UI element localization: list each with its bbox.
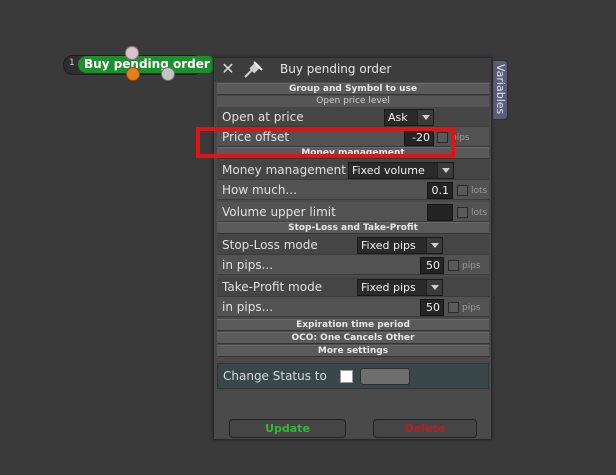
money-management-label: Money management xyxy=(222,163,346,177)
change-status-bar: Change Status to xyxy=(217,363,489,389)
open-at-price-select[interactable]: Ask xyxy=(384,109,434,126)
node-index: 1 xyxy=(69,58,75,68)
row-take-profit-mode: Take-Profit mode Fixed pips xyxy=(217,277,489,297)
node-output-connector[interactable] xyxy=(126,67,140,81)
how-much-unit: lots xyxy=(471,186,488,196)
stop-loss-mode-select[interactable]: Fixed pips xyxy=(357,237,443,254)
variables-tab-label: Variables xyxy=(494,64,507,115)
stop-loss-pips-checkbox[interactable] xyxy=(448,260,459,271)
open-at-price-value: Ask xyxy=(388,111,408,124)
row-take-profit-pips: in pips... 50 pips xyxy=(217,297,489,317)
panel-title: Buy pending order xyxy=(280,62,392,76)
stop-loss-pips-unit: pips xyxy=(462,261,481,271)
stop-loss-pips-input[interactable]: 50 xyxy=(420,257,444,274)
variables-tab[interactable]: Variables xyxy=(492,60,508,120)
highlight-box xyxy=(196,127,455,158)
section-more-settings[interactable]: More settings xyxy=(217,345,489,357)
pin-icon[interactable] xyxy=(242,60,264,80)
node-secondary-connector[interactable] xyxy=(161,67,175,81)
change-status-select[interactable] xyxy=(360,368,410,385)
panel-titlebar[interactable]: ✕ Buy pending order xyxy=(214,58,491,82)
row-stop-loss-pips: in pips... 50 pips xyxy=(217,255,489,275)
delete-button[interactable]: Delete xyxy=(373,419,477,438)
volume-upper-limit-checkbox[interactable] xyxy=(457,207,468,218)
section-expiration[interactable]: Expiration time period xyxy=(217,319,489,331)
section-stop-loss-take-profit[interactable]: Stop-Loss and Take-Profit xyxy=(217,222,489,234)
stop-loss-mode-value: Fixed pips xyxy=(361,239,416,252)
block-properties-panel: ✕ Buy pending order Group and Symbol to … xyxy=(213,57,492,440)
strategy-node[interactable]: 1 Buy pending order xyxy=(63,46,216,81)
how-much-input[interactable]: 0.1 xyxy=(427,182,453,199)
section-group-symbol[interactable]: Group and Symbol to use xyxy=(217,83,489,95)
money-management-value: Fixed volume xyxy=(352,164,425,177)
chevron-down-icon[interactable] xyxy=(417,110,433,125)
row-stop-loss-mode: Stop-Loss mode Fixed pips xyxy=(217,235,489,255)
subsection-open-price: Open price level xyxy=(217,96,489,107)
row-money-management: Money management Fixed volume xyxy=(217,160,489,180)
stop-loss-mode-label: Stop-Loss mode xyxy=(222,238,318,252)
volume-upper-limit-unit: lots xyxy=(471,208,488,218)
change-status-checkbox[interactable] xyxy=(340,370,353,383)
row-open-at-price: Open at price Ask xyxy=(217,107,489,127)
chevron-down-icon[interactable] xyxy=(426,280,442,295)
take-profit-mode-value: Fixed pips xyxy=(361,281,416,294)
open-at-price-label: Open at price xyxy=(222,110,304,124)
change-status-label: Change Status to xyxy=(223,369,327,383)
take-profit-pips-input[interactable]: 50 xyxy=(420,299,444,316)
volume-upper-limit-input[interactable] xyxy=(427,204,453,221)
how-much-checkbox[interactable] xyxy=(457,185,468,196)
take-profit-pips-unit: pips xyxy=(462,303,481,313)
volume-upper-limit-label: Volume upper limit xyxy=(222,205,336,219)
chevron-down-icon[interactable] xyxy=(437,163,453,178)
node-input-connector[interactable] xyxy=(125,46,139,60)
take-profit-pips-label: in pips... xyxy=(222,300,274,314)
row-volume-upper-limit: Volume upper limit lots xyxy=(217,202,489,222)
take-profit-pips-checkbox[interactable] xyxy=(448,302,459,313)
section-oco[interactable]: OCO: One Cancels Other xyxy=(217,332,489,344)
money-management-select[interactable]: Fixed volume xyxy=(348,162,454,179)
stop-loss-pips-label: in pips... xyxy=(222,258,274,272)
close-icon[interactable]: ✕ xyxy=(220,61,236,77)
take-profit-mode-label: Take-Profit mode xyxy=(222,280,323,294)
row-how-much: How much... 0.1 lots xyxy=(217,180,489,200)
chevron-down-icon[interactable] xyxy=(426,238,442,253)
take-profit-mode-select[interactable]: Fixed pips xyxy=(357,279,443,296)
node-label[interactable]: Buy pending order xyxy=(78,56,216,73)
update-button[interactable]: Update xyxy=(229,419,346,438)
how-much-label: How much... xyxy=(222,183,297,197)
